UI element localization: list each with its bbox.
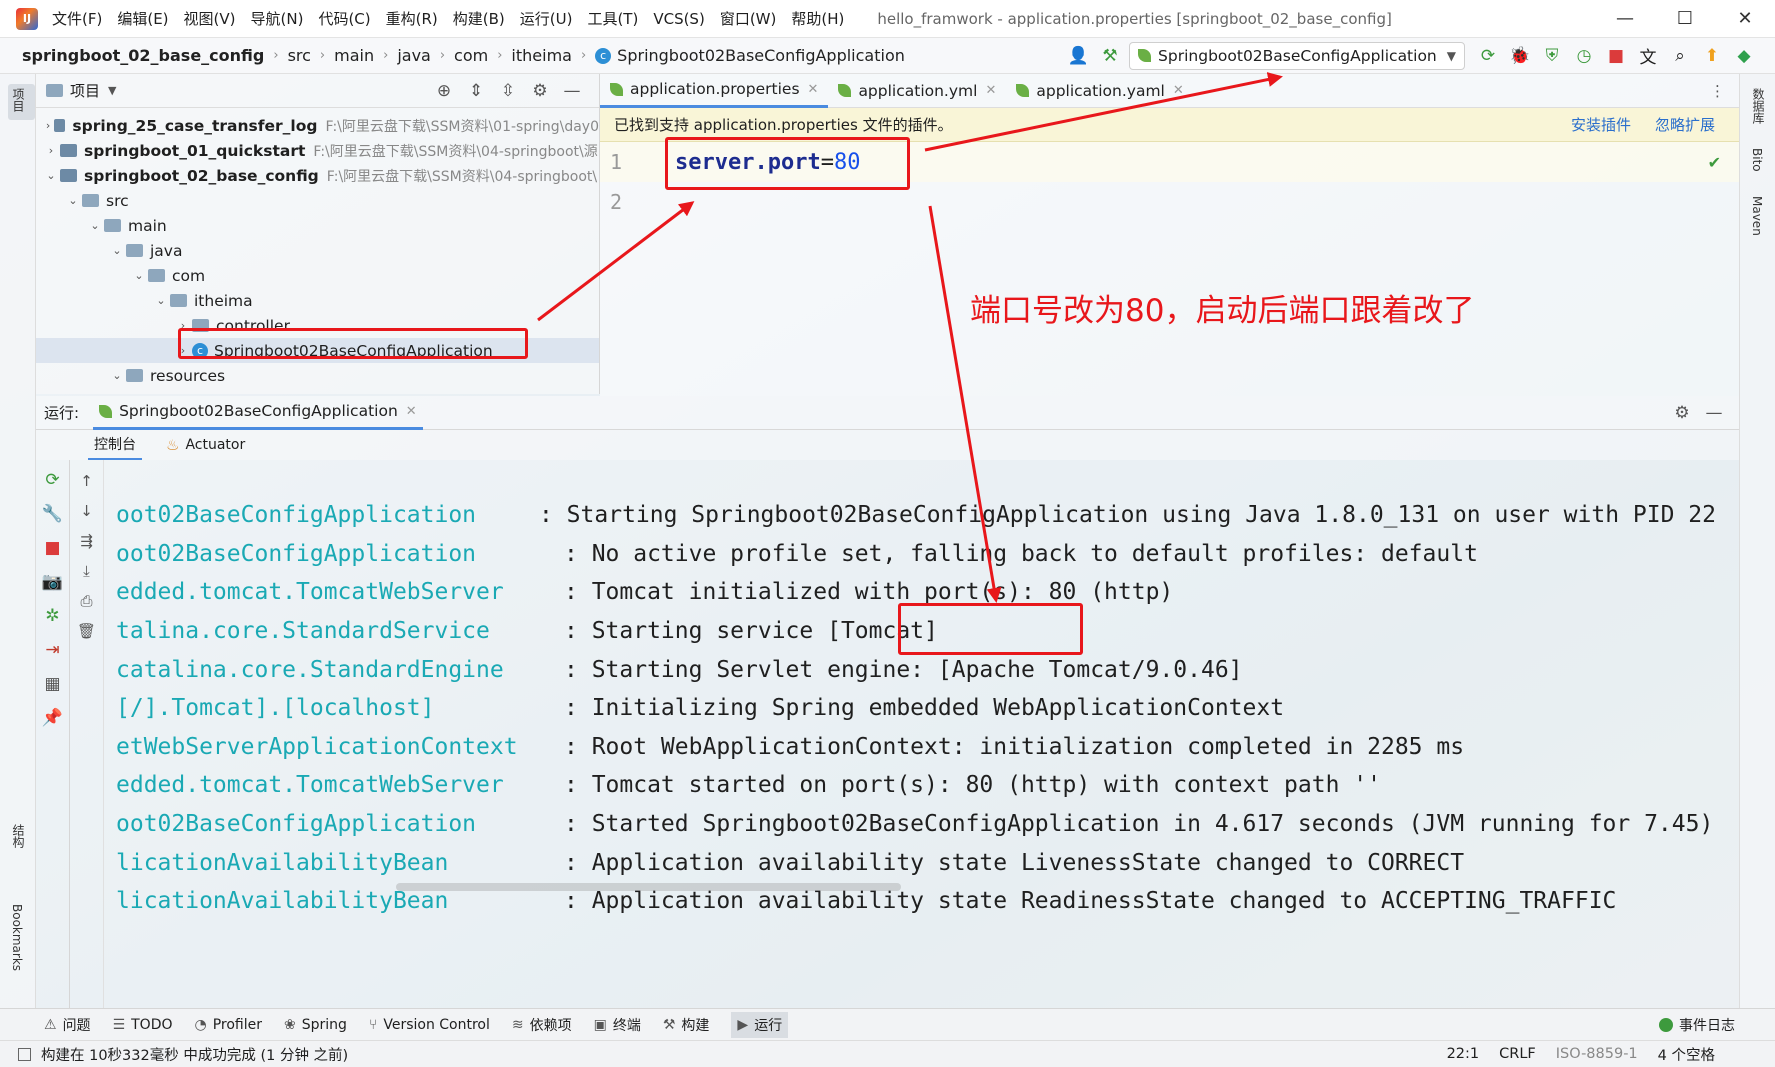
annotation-text: 端口号改为80，启动后端口跟着改了	[970, 293, 1475, 329]
annotation-arrows	[537, 72, 1283, 603]
